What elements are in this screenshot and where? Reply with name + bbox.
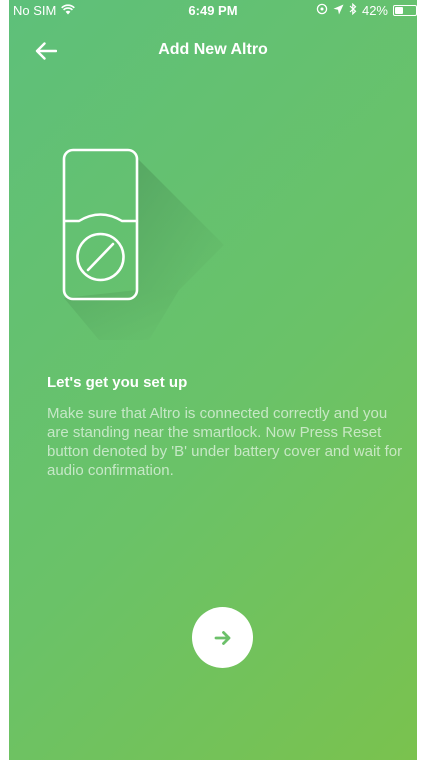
lock-divider xyxy=(64,213,137,223)
status-right: 42% xyxy=(316,2,417,18)
alarm-icon xyxy=(316,3,328,18)
battery-fill xyxy=(395,7,403,14)
screen: No SIM 6:49 PM 42% Add New Altro Let's g… xyxy=(9,0,417,760)
location-icon xyxy=(333,3,344,18)
lock-knob-slash xyxy=(86,242,115,272)
battery-percent: 42% xyxy=(361,3,388,18)
status-bar: No SIM 6:49 PM 42% xyxy=(9,0,417,22)
smartlock-icon xyxy=(62,148,224,340)
arrow-right-icon xyxy=(214,630,230,645)
next-button[interactable] xyxy=(192,607,253,668)
page-title: Add New Altro xyxy=(158,41,268,58)
lock-shadow-lower xyxy=(64,290,179,340)
lock-shadow xyxy=(137,158,224,290)
lock-body xyxy=(62,148,139,301)
bluetooth-icon xyxy=(349,2,357,18)
setup-title: Let's get you set up xyxy=(47,374,188,391)
battery-icon xyxy=(393,5,417,16)
setup-description: Make sure that Altro is connected correc… xyxy=(47,405,403,479)
